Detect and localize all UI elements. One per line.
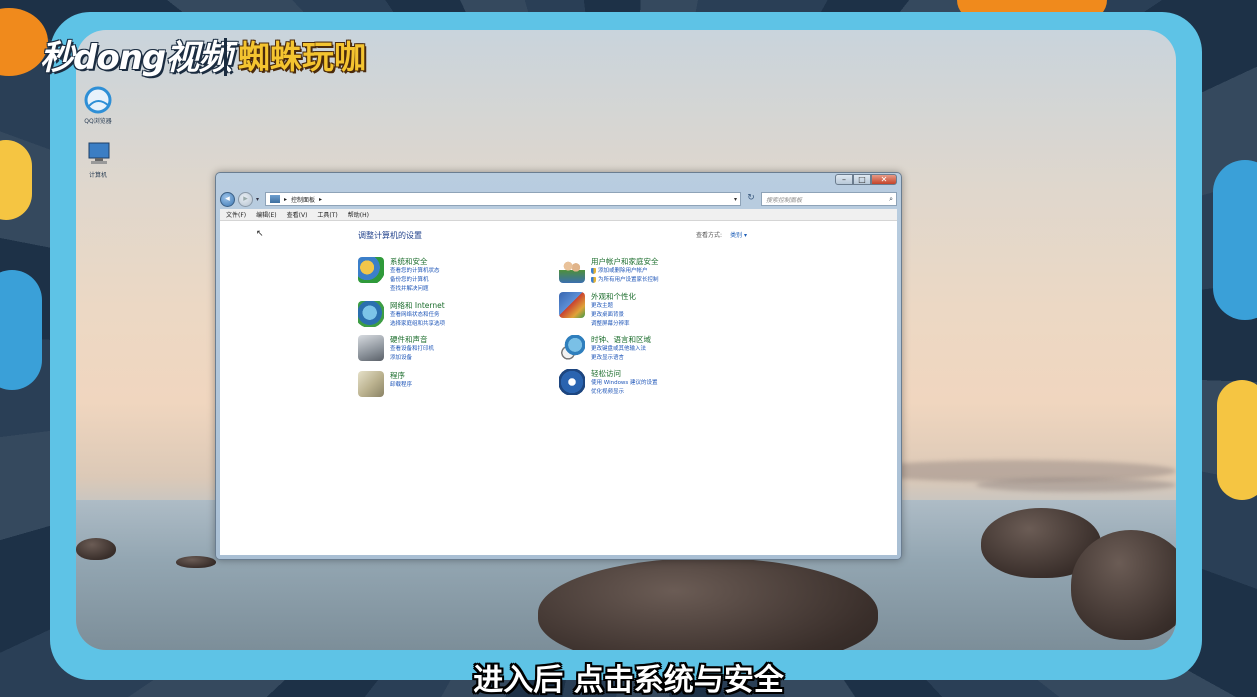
menu-view[interactable]: 查看(V) xyxy=(287,210,308,219)
user-accounts-icon[interactable] xyxy=(559,257,585,283)
search-icon[interactable]: ⌕ xyxy=(889,195,896,204)
view-by-label: 查看方式: xyxy=(696,232,723,239)
category-title[interactable]: 程序 xyxy=(390,371,412,381)
category-link[interactable]: 备份您的计算机 xyxy=(390,276,440,285)
category-title[interactable]: 时钟、语言和区域 xyxy=(591,335,651,345)
view-by: 查看方式: 类别 ▾ xyxy=(696,230,747,239)
ease-of-access-icon[interactable] xyxy=(559,369,585,395)
menu-tools[interactable]: 工具(T) xyxy=(317,210,337,219)
category-link[interactable]: 添加或删除用户帐户 xyxy=(591,267,659,276)
computer-icon xyxy=(83,140,113,168)
category-link[interactable]: 选择家庭组和共享选项 xyxy=(390,320,445,329)
control-panel-window: – □ ✕ ◂ ▸ ▾ ▸ 控制面板 ▸ ▾ ↻ 搜索控制面板 ⌕ 文件(F) … xyxy=(215,172,902,560)
decorative-blob xyxy=(0,270,42,390)
category-programs: 程序 卸载程序 xyxy=(358,371,412,397)
shield-icon xyxy=(591,276,596,283)
refresh-icon[interactable]: ↻ xyxy=(744,192,758,206)
breadcrumb-separator: ▸ xyxy=(319,195,323,203)
cloud xyxy=(976,478,1176,492)
desktop-icon-computer[interactable]: 计算机 xyxy=(76,140,120,179)
breadcrumb-separator: ▸ xyxy=(284,195,288,203)
brand-logo: 秒dong视频 xyxy=(40,38,232,78)
video-subtitle: 进入后 点击系统与安全 xyxy=(473,663,784,697)
category-title[interactable]: 硬件和声音 xyxy=(390,335,434,345)
page-title: 调整计算机的设置 xyxy=(358,231,422,240)
browser-icon xyxy=(83,86,113,114)
category-link[interactable]: 卸载程序 xyxy=(390,381,412,390)
category-link[interactable]: 调整屏幕分辨率 xyxy=(591,320,636,329)
category-system-security: 系统和安全 查看您的计算机状态 备份您的计算机 查找并解决问题 xyxy=(358,257,440,294)
navigation-bar: ◂ ▸ ▾ ▸ 控制面板 ▸ ▾ ↻ 搜索控制面板 ⌕ xyxy=(220,190,897,208)
category-title[interactable]: 网络和 Internet xyxy=(390,301,445,311)
category-link[interactable]: 查找并解决问题 xyxy=(390,285,440,294)
category-link[interactable]: 优化视频显示 xyxy=(591,388,658,397)
desktop-icon-browser[interactable]: QQ浏览器 xyxy=(76,86,120,125)
view-by-dropdown[interactable]: 类别 ▾ xyxy=(730,232,747,239)
hardware-sound-icon[interactable] xyxy=(358,335,384,361)
partner-logo: 蜘蛛玩咖 xyxy=(238,38,367,76)
category-user-accounts: 用户帐户和家庭安全 添加或删除用户帐户 为所有用户设置家长控制 xyxy=(559,257,659,285)
rock xyxy=(76,538,116,560)
rock xyxy=(176,556,216,568)
shield-icon xyxy=(591,267,596,274)
category-link[interactable]: 查看您的计算机状态 xyxy=(390,267,440,276)
category-link[interactable]: 查看网络状态和任务 xyxy=(390,311,445,320)
category-title[interactable]: 用户帐户和家庭安全 xyxy=(591,257,659,267)
menu-edit[interactable]: 编辑(E) xyxy=(256,210,276,219)
desktop-icon-label: QQ浏览器 xyxy=(84,118,112,125)
system-security-icon[interactable] xyxy=(358,257,384,283)
decorative-blob xyxy=(1213,160,1257,320)
category-link[interactable]: 查看设备和打印机 xyxy=(390,345,434,354)
logo-divider xyxy=(224,38,227,76)
address-dropdown-icon[interactable]: ▾ xyxy=(734,196,740,203)
category-link[interactable]: 更改桌面背景 xyxy=(591,311,636,320)
category-link[interactable]: 添加设备 xyxy=(390,354,434,363)
category-link[interactable]: 更改显示语言 xyxy=(591,354,651,363)
category-link[interactable]: 更改主题 xyxy=(591,302,636,311)
search-placeholder: 搜索控制面板 xyxy=(766,196,803,204)
menu-bar: 文件(F) 编辑(E) 查看(V) 工具(T) 帮助(H) xyxy=(220,209,897,221)
category-title[interactable]: 轻松访问 xyxy=(591,369,658,379)
decorative-blob xyxy=(0,140,32,220)
network-internet-icon[interactable] xyxy=(358,301,384,327)
control-panel-icon xyxy=(270,195,280,203)
decorative-blob xyxy=(1217,380,1257,500)
category-link[interactable]: 使用 Windows 建议的设置 xyxy=(591,379,658,388)
recent-pages-dropdown[interactable]: ▾ xyxy=(256,196,262,203)
menu-help[interactable]: 帮助(H) xyxy=(348,210,369,219)
category-network-internet: 网络和 Internet 查看网络状态和任务 选择家庭组和共享选项 xyxy=(358,301,445,329)
breadcrumb-control-panel[interactable]: 控制面板 xyxy=(291,195,315,204)
category-link[interactable]: 更改键盘或其他输入法 xyxy=(591,345,651,354)
programs-icon[interactable] xyxy=(358,371,384,397)
appearance-icon[interactable] xyxy=(559,292,585,318)
window-controls: – □ ✕ xyxy=(835,174,897,185)
back-button[interactable]: ◂ xyxy=(220,191,235,207)
category-link[interactable]: 为所有用户设置家长控制 xyxy=(591,276,659,285)
category-title[interactable]: 系统和安全 xyxy=(390,257,440,267)
rock xyxy=(1071,530,1176,640)
category-appearance: 外观和个性化 更改主题 更改桌面背景 调整屏幕分辨率 xyxy=(559,292,636,329)
address-bar[interactable]: ▸ 控制面板 ▸ ▾ xyxy=(265,192,741,206)
category-title[interactable]: 外观和个性化 xyxy=(591,292,636,302)
maximize-button[interactable]: □ xyxy=(853,174,871,185)
category-clock-region: 时钟、语言和区域 更改键盘或其他输入法 更改显示语言 xyxy=(559,335,651,363)
category-hardware-sound: 硬件和声音 查看设备和打印机 添加设备 xyxy=(358,335,434,363)
mouse-cursor-icon: ↖ xyxy=(256,229,264,239)
search-input[interactable]: 搜索控制面板 ⌕ xyxy=(761,192,897,206)
menu-file[interactable]: 文件(F) xyxy=(226,210,246,219)
clock-region-icon[interactable] xyxy=(559,335,585,361)
desktop-icon-label: 计算机 xyxy=(88,172,107,179)
minimize-button[interactable]: – xyxy=(835,174,853,185)
control-panel-content: ↖ 调整计算机的设置 查看方式: 类别 ▾ 系统和安全 查看您的计算机状态 备份您… xyxy=(220,221,897,555)
forward-button[interactable]: ▸ xyxy=(238,191,253,207)
category-ease-of-access: 轻松访问 使用 Windows 建议的设置 优化视频显示 xyxy=(559,369,658,397)
close-button[interactable]: ✕ xyxy=(871,174,897,185)
